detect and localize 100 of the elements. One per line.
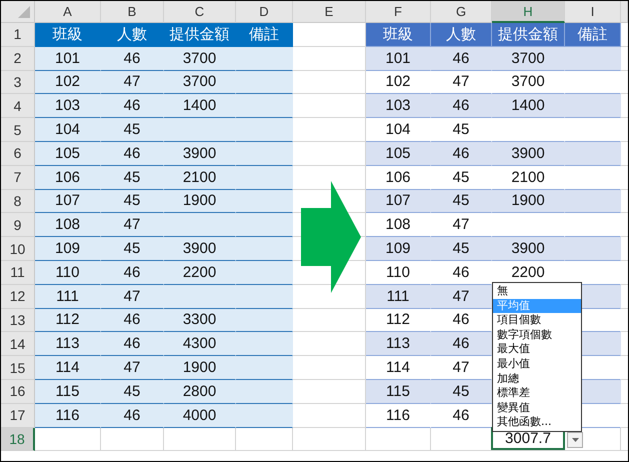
dropdown-option[interactable]: 最大值 xyxy=(493,342,581,357)
table-cell: 112 xyxy=(366,308,431,332)
table-cell: 46 xyxy=(101,46,164,71)
table-cell: 3900 xyxy=(164,237,236,261)
table-cell: 1900 xyxy=(164,190,236,214)
table-header-cell: 提供金額 xyxy=(164,23,236,47)
table-cell: 115 xyxy=(366,380,431,404)
row-header[interactable]: 4 xyxy=(1,94,35,118)
dropdown-option[interactable]: 無 xyxy=(493,284,581,299)
row-header[interactable]: 9 xyxy=(1,213,35,238)
table-cell xyxy=(236,308,293,332)
table-cell: 3700 xyxy=(492,70,565,94)
dropdown-option[interactable]: 項目個數 xyxy=(493,313,581,328)
table-cell xyxy=(236,332,293,356)
table-cell: 45 xyxy=(101,190,164,214)
table-cell xyxy=(236,118,293,142)
table-cell: 102 xyxy=(366,70,431,94)
column-header[interactable]: C xyxy=(164,1,236,23)
table-cell xyxy=(236,190,293,214)
row-header[interactable]: 17 xyxy=(1,404,35,428)
table-cell: 46 xyxy=(431,94,492,118)
column-header[interactable]: I xyxy=(565,1,621,23)
row-header[interactable]: 6 xyxy=(1,142,35,166)
table-cell: 4000 xyxy=(164,404,236,428)
table-cell: 46 xyxy=(431,142,492,166)
row-header[interactable]: 3 xyxy=(1,70,35,94)
table-cell xyxy=(236,356,293,380)
row-header[interactable]: 5 xyxy=(1,118,35,142)
row-header[interactable]: 14 xyxy=(1,332,35,356)
table-cell xyxy=(565,46,621,71)
dropdown-option[interactable]: 最小值 xyxy=(493,356,581,372)
row-header[interactable]: 11 xyxy=(1,260,35,285)
column-header[interactable]: A xyxy=(35,1,101,23)
table-cell: 46 xyxy=(101,308,164,332)
table-cell: 113 xyxy=(366,332,431,356)
column-header[interactable]: E xyxy=(293,1,366,23)
table-cell xyxy=(565,94,621,118)
column-header[interactable]: F xyxy=(366,1,431,23)
row-header[interactable]: 1 xyxy=(1,23,35,47)
table-cell: 2100 xyxy=(164,166,236,190)
table-cell: 47 xyxy=(431,284,492,309)
table-cell: 106 xyxy=(35,166,101,190)
table-cell xyxy=(236,237,293,261)
right-arrow-icon xyxy=(301,181,361,293)
table-cell: 101 xyxy=(35,46,101,71)
table-header-cell: 備註 xyxy=(565,23,621,47)
row-header[interactable]: 16 xyxy=(1,380,35,404)
table-cell: 47 xyxy=(101,70,164,94)
table-cell: 47 xyxy=(101,356,164,380)
row-header[interactable]: 18 xyxy=(1,428,35,452)
table-cell: 109 xyxy=(35,237,101,261)
table-header-cell: 班級 xyxy=(35,23,101,47)
table-cell: 116 xyxy=(35,404,101,428)
row-header[interactable]: 12 xyxy=(1,284,35,309)
table-cell: 111 xyxy=(35,284,101,309)
table-cell xyxy=(236,166,293,190)
table-header-cell: 班級 xyxy=(366,23,431,47)
table-cell xyxy=(236,70,293,94)
row-header[interactable]: 8 xyxy=(1,190,35,214)
row-header[interactable]: 2 xyxy=(1,46,35,71)
table-cell: 46 xyxy=(101,142,164,166)
row-header[interactable]: 13 xyxy=(1,308,35,332)
table-header-cell: 提供金額 xyxy=(492,23,565,47)
row-header[interactable]: 10 xyxy=(1,237,35,261)
table-cell: 45 xyxy=(431,237,492,261)
column-header[interactable]: H xyxy=(492,1,565,23)
dropdown-option[interactable]: 數字項個數 xyxy=(493,328,581,342)
table-header-cell: 人數 xyxy=(431,23,492,47)
table-cell: 3700 xyxy=(164,46,236,71)
column-header[interactable]: D xyxy=(236,1,293,23)
table-cell: 3700 xyxy=(164,70,236,94)
table-cell: 45 xyxy=(101,380,164,404)
table-cell: 46 xyxy=(101,94,164,118)
table-cell: 3700 xyxy=(492,46,565,71)
dropdown-option[interactable]: 變異值 xyxy=(493,400,581,416)
table-cell: 112 xyxy=(35,308,101,332)
table-cell: 47 xyxy=(101,284,164,309)
sheet-cell xyxy=(236,428,293,452)
table-header-cell: 人數 xyxy=(101,23,164,47)
table-cell: 1400 xyxy=(492,94,565,118)
table-header-cell: 備註 xyxy=(236,23,293,47)
dropdown-option[interactable]: 加總 xyxy=(493,372,581,386)
table-cell: 107 xyxy=(35,190,101,214)
table-cell xyxy=(236,260,293,285)
dropdown-button[interactable] xyxy=(567,432,583,448)
table-cell: 3900 xyxy=(492,142,565,166)
table-cell: 2800 xyxy=(164,380,236,404)
table-cell: 110 xyxy=(35,260,101,285)
sheet-cell xyxy=(366,428,431,452)
sheet-cell xyxy=(35,428,101,452)
column-header[interactable]: G xyxy=(431,1,492,23)
table-cell: 109 xyxy=(366,237,431,261)
table-cell: 1400 xyxy=(164,94,236,118)
dropdown-option[interactable]: 標準差 xyxy=(493,386,581,401)
row-header[interactable]: 15 xyxy=(1,356,35,380)
column-header[interactable]: B xyxy=(101,1,164,23)
table-cell: 47 xyxy=(431,70,492,94)
row-header[interactable]: 7 xyxy=(1,166,35,190)
table-cell: 46 xyxy=(101,332,164,356)
table-cell: 3900 xyxy=(164,142,236,166)
